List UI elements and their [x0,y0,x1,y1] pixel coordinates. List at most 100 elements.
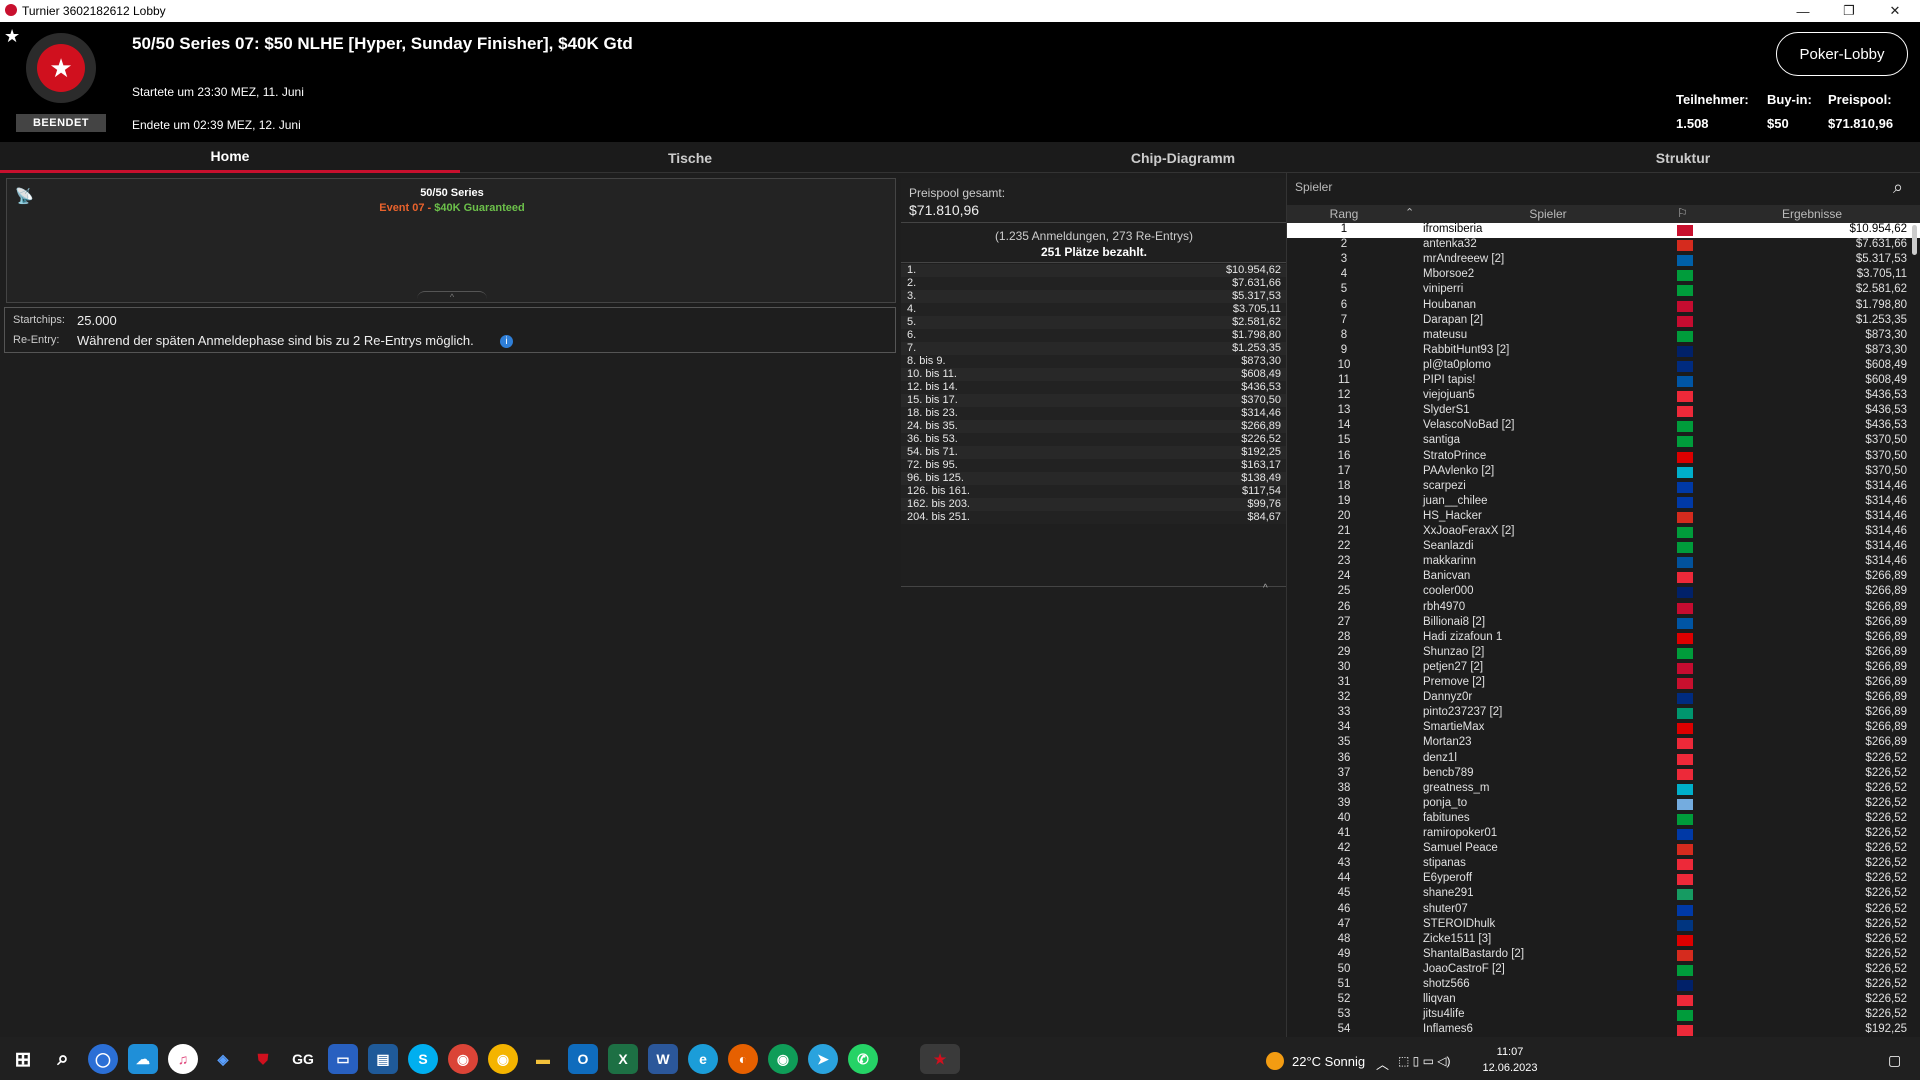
player-row[interactable]: 12 viejojuan5 $436,53 [1287,389,1920,404]
player-row[interactable]: 41 ramiropoker01 $226,52 [1287,827,1920,842]
chrome-icon[interactable]: ◉ [488,1044,518,1074]
player-row[interactable]: 27 Billionai8 [2] $266,89 [1287,616,1920,631]
player-row[interactable]: 48 Zicke1511 [3] $226,52 [1287,933,1920,948]
player-row[interactable]: 18 scarpezi $314,46 [1287,480,1920,495]
player-row[interactable]: 35 Mortan23 $266,89 [1287,736,1920,751]
player-row[interactable]: 33 pinto237237 [2] $266,89 [1287,706,1920,721]
player-row[interactable]: 7 Darapan [2] $1.253,35 [1287,314,1920,329]
flag-column-icon[interactable]: ⚐ [1677,206,1688,220]
clock-date[interactable]: 12.06.2023 [1470,1062,1550,1074]
chrome-icon[interactable]: ◉ [448,1044,478,1074]
player-row[interactable]: 52 lliqvan $226,52 [1287,993,1920,1008]
info-icon[interactable]: i [500,335,513,348]
tray-icons[interactable]: ⬚ ▯ ▭ ◁) [1398,1054,1451,1068]
word-icon[interactable]: W [648,1044,678,1074]
player-row[interactable]: 22 Seanlazdi $314,46 [1287,540,1920,555]
player-row[interactable]: 36 denz1l $226,52 [1287,752,1920,767]
file-explorer-icon[interactable]: ▬ [528,1044,558,1074]
ggpoker-icon[interactable]: GG [288,1044,318,1074]
app-icon[interactable]: ◈ [208,1044,238,1074]
player-row[interactable]: 19 juan__chilee $314,46 [1287,495,1920,510]
player-row[interactable]: 16 StratoPrince $370,50 [1287,450,1920,465]
player-row[interactable]: 44 E6yperoff $226,52 [1287,872,1920,887]
search-icon[interactable]: ⌕ [1893,177,1903,198]
player-row[interactable]: 29 Shunzao [2] $266,89 [1287,646,1920,661]
collapse-icon[interactable]: ^ [1263,583,1268,594]
player-row[interactable]: 50 JoaoCastroF [2] $226,52 [1287,963,1920,978]
player-row[interactable]: 6 Houbanan $1.798,80 [1287,299,1920,314]
pokerstars-taskbar-icon[interactable]: ★ [920,1044,960,1074]
tray-chevron-icon[interactable]: ︿ [1376,1054,1389,1073]
telegram-icon[interactable]: ➤ [808,1044,838,1074]
scrollbar-thumb[interactable] [1912,225,1917,255]
minimize-icon[interactable]: — [1780,0,1826,22]
edge-icon[interactable]: e [688,1044,718,1074]
player-row[interactable]: 45 shane291 $226,52 [1287,887,1920,902]
search-icon[interactable]: ⌕ [48,1044,78,1074]
player-row[interactable]: 43 stipanas $226,52 [1287,857,1920,872]
firefox-icon[interactable]: ◐ [728,1044,758,1074]
player-row[interactable]: 47 STEROIDhulk $226,52 [1287,918,1920,933]
player-row[interactable]: 1 ifromsiberia $10.954,62 [1287,223,1920,239]
windows-start-icon[interactable]: ⊞ [8,1044,38,1074]
tab-chip-diagramm[interactable]: Chip-Diagramm [920,142,1446,173]
player-row[interactable]: 23 makkarinn $314,46 [1287,555,1920,570]
player-row[interactable]: 8 mateusu $873,30 [1287,329,1920,344]
player-row[interactable]: 53 jitsu4life $226,52 [1287,1008,1920,1023]
player-row[interactable]: 5 viniperri $2.581,62 [1287,283,1920,298]
chrome-icon[interactable]: ◉ [768,1044,798,1074]
player-row[interactable]: 24 Banicvan $266,89 [1287,570,1920,585]
notification-icon[interactable]: ▢ [1888,1052,1901,1069]
tab-struktur[interactable]: Struktur [1446,142,1920,173]
clock-time[interactable]: 11:07 [1480,1046,1540,1058]
cortana-icon[interactable]: ◯ [88,1044,118,1074]
player-row[interactable]: 37 bencb789 $226,52 [1287,767,1920,782]
weather-text[interactable]: 22°C Sonnig [1292,1054,1365,1069]
player-row[interactable]: 51 shotz566 $226,52 [1287,978,1920,993]
player-row[interactable]: 2 antenka32 $7.631,66 [1287,238,1920,253]
skype-icon[interactable]: S [408,1044,438,1074]
close-icon[interactable]: ✕ [1872,0,1918,22]
poker-lobby-button[interactable]: Poker-Lobby [1776,32,1908,76]
tab-home[interactable]: Home [0,142,460,173]
col-player[interactable]: Spieler [1423,207,1673,221]
player-row[interactable]: 39 ponja_to $226,52 [1287,797,1920,812]
player-row[interactable]: 13 SlyderS1 $436,53 [1287,404,1920,419]
player-row[interactable]: 34 SmartieMax $266,89 [1287,721,1920,736]
player-row[interactable]: 10 pl@ta0plomo $608,49 [1287,359,1920,374]
player-row[interactable]: 11 PIPI tapis! $608,49 [1287,374,1920,389]
tab-tische[interactable]: Tische [460,142,920,173]
player-row[interactable]: 26 rbh4970 $266,89 [1287,601,1920,616]
player-row[interactable]: 32 Dannyz0r $266,89 [1287,691,1920,706]
itunes-icon[interactable]: ♫ [168,1044,198,1074]
player-row[interactable]: 4 Mborsoe2 $3.705,11 [1287,268,1920,283]
restore-icon[interactable]: ❐ [1826,0,1872,22]
player-row[interactable]: 30 petjen27 [2] $266,89 [1287,661,1920,676]
col-result[interactable]: Ergebnisse [1707,207,1917,221]
player-row[interactable]: 40 fabitunes $226,52 [1287,812,1920,827]
onedrive-icon[interactable]: ☁ [128,1044,158,1074]
sky-icon[interactable]: ▭ [328,1044,358,1074]
collapse-handle[interactable]: ^ [417,291,487,303]
player-row[interactable]: 3 mrAndreeew [2] $5.317,53 [1287,253,1920,268]
whatsapp-icon[interactable]: ✆ [848,1044,878,1074]
sort-asc-icon[interactable]: ⌃ [1405,206,1414,219]
player-row[interactable]: 38 greatness_m $226,52 [1287,782,1920,797]
player-row[interactable]: 21 XxJoaoFeraxX [2] $314,46 [1287,525,1920,540]
player-row[interactable]: 9 RabbitHunt93 [2] $873,30 [1287,344,1920,359]
player-row[interactable]: 49 ShantalBastardo [2] $226,52 [1287,948,1920,963]
player-row[interactable]: 46 shuter07 $226,52 [1287,903,1920,918]
col-rank[interactable]: Rang [1287,207,1401,221]
player-row[interactable]: 42 Samuel Peace $226,52 [1287,842,1920,857]
player-row[interactable]: 20 HS_Hacker $314,46 [1287,510,1920,525]
mcafee-icon[interactable]: ⛊ [248,1044,278,1074]
player-row[interactable]: 25 cooler000 $266,89 [1287,585,1920,600]
favorite-star-icon[interactable]: ★ [4,26,20,47]
player-row[interactable]: 28 Hadi zizafoun 1 $266,89 [1287,631,1920,646]
outlook-icon[interactable]: O [568,1044,598,1074]
player-row[interactable]: 17 PAAvlenko [2] $370,50 [1287,465,1920,480]
player-row[interactable]: 15 santiga $370,50 [1287,434,1920,449]
player-row[interactable]: 31 Premove [2] $266,89 [1287,676,1920,691]
prime-video-icon[interactable]: ▤ [368,1044,398,1074]
player-search-input[interactable]: Spieler [1295,180,1911,200]
